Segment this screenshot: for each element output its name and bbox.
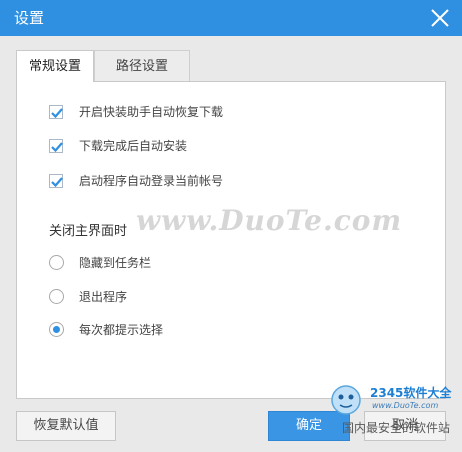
restore-defaults-button[interactable]: 恢复默认值 xyxy=(16,411,116,441)
watermark: www.DuoTe.com xyxy=(136,204,403,237)
window-title: 设置 xyxy=(14,9,45,27)
tab-general[interactable]: 常规设置 xyxy=(16,50,94,82)
radio-label: 每次都提示选择 xyxy=(79,323,164,337)
tab-path[interactable]: 路径设置 xyxy=(94,50,190,82)
checkbox-label: 启动程序自动登录当前帐号 xyxy=(79,174,224,188)
checkbox-checked-icon[interactable] xyxy=(49,105,63,119)
checkbox-checked-icon[interactable] xyxy=(49,174,63,188)
close-section-title: 关闭主界面时 xyxy=(49,224,128,239)
close-icon[interactable] xyxy=(428,6,452,30)
checkbox-label: 开启快装助手自动恢复下载 xyxy=(79,105,224,119)
checkbox-label: 下载完成后自动安装 xyxy=(79,139,188,153)
site-logo-overlay: 2345软件大全 www.DuoTe.com 国内最安全的软件站 xyxy=(322,378,462,448)
logo-slogan: 国内最安全的软件站 xyxy=(342,421,451,435)
mascot-icon xyxy=(331,385,361,415)
radio-label: 退出程序 xyxy=(79,290,128,304)
radio-label: 隐藏到任务栏 xyxy=(79,256,152,270)
checkbox-checked-icon[interactable] xyxy=(49,139,63,153)
title-bar: 设置 xyxy=(0,0,462,36)
radio-circle-selected[interactable] xyxy=(49,322,64,337)
radio-circle[interactable] xyxy=(49,289,64,304)
settings-panel: 开启快装助手自动恢复下载 下载完成后自动安装 启动程序自动登录当前帐号 关闭主界… xyxy=(16,81,446,399)
radio-circle[interactable] xyxy=(49,255,64,270)
logo-brand: 2345软件大全 xyxy=(370,386,452,400)
logo-url: www.DuoTe.com xyxy=(372,401,439,410)
